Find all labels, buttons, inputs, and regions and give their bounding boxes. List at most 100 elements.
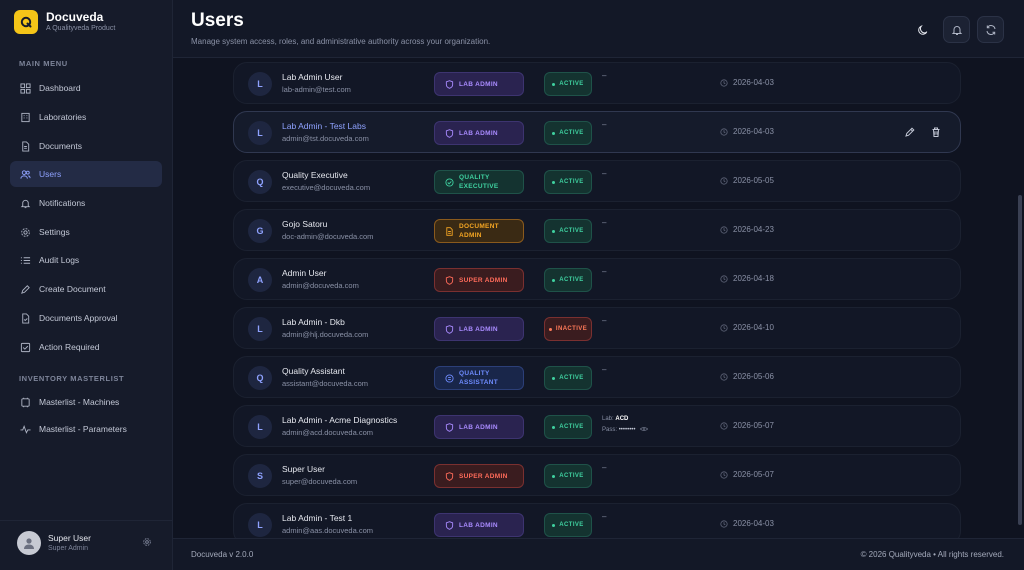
- sidebar-item-laboratories[interactable]: Laboratories: [10, 104, 162, 130]
- brand-name: Docuveda: [46, 10, 104, 24]
- delete-icon[interactable]: [930, 126, 942, 138]
- role-badge: SUPER ADMIN: [434, 268, 524, 292]
- table-row[interactable]: L Lab Admin - Acme Diagnostics admin@acd…: [233, 405, 961, 447]
- clock-icon: [720, 274, 728, 283]
- gear-icon[interactable]: [142, 537, 152, 547]
- user-name: Admin User: [282, 268, 327, 278]
- user-email: admin@acd.docuveda.com: [282, 428, 373, 437]
- date-value: 2026-04-03: [733, 519, 774, 528]
- avatar: Q: [248, 170, 272, 194]
- avatar: L: [248, 513, 272, 537]
- status-badge: ACTIVE: [544, 72, 592, 96]
- gear-icon: [21, 227, 30, 237]
- status-label: ACTIVE: [559, 522, 584, 528]
- checkbox-icon: [20, 342, 31, 352]
- shield-icon: [445, 275, 454, 285]
- document-icon: [446, 226, 453, 236]
- eye-icon[interactable]: [640, 426, 649, 432]
- role-badge: LAB ADMIN: [434, 415, 524, 439]
- sidebar-item-label: Action Required: [39, 342, 100, 352]
- table-row[interactable]: L Lab Admin - Test Labs admin@tst.docuve…: [233, 111, 961, 153]
- users-icon: [20, 169, 31, 179]
- date-value: 2026-04-23: [733, 225, 774, 234]
- refresh-button[interactable]: [977, 16, 1004, 43]
- user-role: Super Admin: [48, 545, 89, 552]
- grid-icon: [20, 82, 31, 94]
- edit-document-icon: [21, 284, 30, 294]
- bell-icon: [20, 199, 31, 208]
- avatar: G: [248, 219, 272, 243]
- sidebar-item-notifications[interactable]: Notifications: [10, 190, 162, 216]
- sidebar-item-users[interactable]: Users: [10, 161, 162, 187]
- role-label: LAB ADMIN: [459, 325, 498, 333]
- role-label: LAB ADMIN: [459, 129, 498, 137]
- sidebar-item-settings[interactable]: Settings: [10, 219, 162, 245]
- role-badge: QUALITY EXECUTIVE: [434, 170, 524, 194]
- sidebar-item-documents-approval[interactable]: Documents Approval: [10, 305, 162, 331]
- edit-icon[interactable]: [904, 126, 916, 138]
- sidebar-item-label: Settings: [39, 227, 70, 237]
- sidebar-item-action-required[interactable]: Action Required: [10, 334, 162, 360]
- notifications-button[interactable]: [943, 16, 970, 43]
- brand[interactable]: Docuveda A Qualityveda Product: [14, 10, 115, 34]
- role-badge: LAB ADMIN: [434, 513, 524, 537]
- shield-icon: [445, 79, 454, 89]
- user-name: Super User: [48, 533, 91, 543]
- role-badge: QUALITY ASSISTANT: [434, 366, 524, 390]
- user-email: executive@docuveda.com: [282, 183, 371, 192]
- status-dot-icon: [552, 474, 556, 478]
- status-badge: ACTIVE: [544, 170, 592, 194]
- refresh-icon: [986, 24, 995, 35]
- sidebar-item-create-document[interactable]: Create Document: [10, 276, 162, 302]
- table-row[interactable]: L Lab Admin - Dkb admin@hlj.docuveda.com…: [233, 307, 961, 349]
- credentials: –: [602, 365, 607, 374]
- document-check-icon: [22, 312, 30, 324]
- role-label: LAB ADMIN: [459, 80, 498, 88]
- role-label: QUALITY EXECUTIVE: [459, 174, 499, 190]
- avatar: L: [248, 121, 272, 145]
- credentials: –: [602, 169, 607, 178]
- credentials: –: [602, 71, 607, 80]
- sidebar-item-masterlist-parameters[interactable]: Masterlist - Parameters: [10, 416, 162, 442]
- created-date: 2026-05-05: [720, 176, 774, 185]
- table-row[interactable]: S Super User super@docuveda.com SUPER AD…: [233, 454, 961, 496]
- sidebar-item-audit-logs[interactable]: Audit Logs: [10, 247, 162, 273]
- status-label: ACTIVE: [559, 424, 584, 430]
- credentials: –: [602, 463, 607, 472]
- table-row[interactable]: L Lab Admin User lab-admin@test.com LAB …: [233, 62, 961, 104]
- current-user[interactable]: Super User Super Admin: [0, 520, 173, 570]
- table-row[interactable]: L Lab Admin - Test 1 admin@aas.docuveda.…: [233, 503, 961, 538]
- sidebar-item-masterlist-machines[interactable]: Masterlist - Machines: [10, 389, 162, 415]
- role-badge: LAB ADMIN: [434, 121, 524, 145]
- avatar: L: [248, 72, 272, 96]
- sidebar-item-dashboard[interactable]: Dashboard: [10, 75, 162, 101]
- sidebar-item-label: Documents Approval: [39, 313, 118, 323]
- created-date: 2026-04-03: [720, 519, 774, 528]
- table-row[interactable]: Q Quality Assistant assistant@docuveda.c…: [233, 356, 961, 398]
- clock-icon: [720, 470, 728, 479]
- inventory-masterlist-label: INVENTORY MASTERLIST: [19, 374, 125, 383]
- table-row[interactable]: Q Quality Executive executive@docuveda.c…: [233, 160, 961, 202]
- role-label: QUALITY ASSISTANT: [459, 370, 499, 386]
- theme-toggle-button[interactable]: [909, 16, 936, 43]
- status-badge: ACTIVE: [544, 366, 592, 390]
- status-label: ACTIVE: [559, 228, 584, 234]
- table-row[interactable]: G Gojo Satoru doc-admin@docuveda.com DOC…: [233, 209, 961, 251]
- status-dot-icon: [552, 376, 556, 380]
- user-name: Lab Admin - Test Labs: [282, 121, 366, 131]
- app-version: Docuveda v 2.0.0: [191, 550, 254, 559]
- user-name: Lab Admin - Dkb: [282, 317, 345, 327]
- sidebar-item-label: Users: [39, 169, 62, 179]
- user-email: super@docuveda.com: [282, 477, 358, 486]
- credentials: –: [602, 267, 607, 276]
- table-row[interactable]: A Admin User admin@docuveda.com SUPER AD…: [233, 258, 961, 300]
- scrollbar[interactable]: [1018, 195, 1022, 525]
- clock-icon: [720, 372, 728, 381]
- document-icon: [22, 140, 30, 152]
- created-date: 2026-04-23: [720, 225, 774, 234]
- page-header: Users Manage system access, roles, and a…: [173, 0, 1024, 58]
- user-email: lab-admin@test.com: [282, 85, 351, 94]
- status-badge: ACTIVE: [544, 121, 592, 145]
- sidebar-item-documents[interactable]: Documents: [10, 133, 162, 159]
- role-label: LAB ADMIN: [459, 521, 498, 529]
